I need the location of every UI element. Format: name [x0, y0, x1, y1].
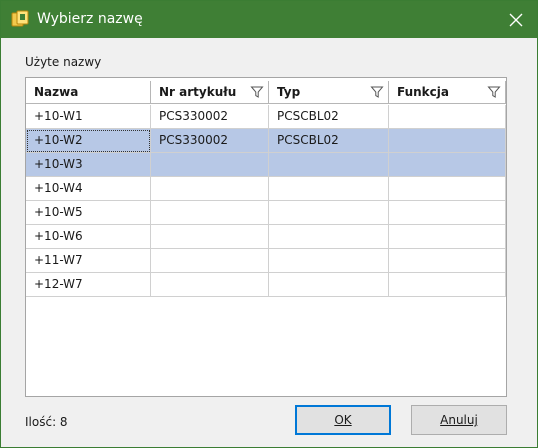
cell-nazwa: +10-W1: [26, 105, 151, 129]
column-header-typ[interactable]: Typ: [269, 81, 389, 104]
ok-button-label: OK: [334, 413, 352, 427]
table-row[interactable]: +11-W7: [26, 249, 506, 273]
column-header-nazwa[interactable]: Nazwa: [26, 81, 151, 104]
used-names-label: Użyte nazwy: [25, 55, 102, 69]
cancel-button-label: Anuluj: [440, 413, 478, 427]
table-row[interactable]: +10-W1 PCS330002 PCSCBL02: [26, 105, 506, 129]
cell-funkcja: [389, 249, 506, 273]
window-title: Wybierz nazwę: [37, 11, 143, 27]
column-header-label: Nazwa: [34, 85, 79, 99]
cell-funkcja: [389, 201, 506, 225]
table-row[interactable]: +10-W3: [26, 153, 506, 177]
cell-funkcja: [389, 105, 506, 129]
cell-nazwa: +10-W6: [26, 225, 151, 249]
cell-nazwa: +12-W7: [26, 273, 151, 297]
cell-funkcja: [389, 225, 506, 249]
cell-typ: [269, 201, 389, 225]
table-row[interactable]: +10-W6: [26, 225, 506, 249]
cell-nr-artykulu: PCS330002: [151, 105, 269, 129]
cell-funkcja: [389, 153, 506, 177]
column-header-label: Typ: [277, 85, 301, 99]
close-icon: [509, 13, 523, 26]
column-header-label: Funkcja: [397, 85, 449, 99]
ok-button[interactable]: OK: [295, 405, 391, 435]
cell-funkcja: [389, 177, 506, 201]
filter-icon[interactable]: [370, 85, 384, 99]
cell-nr-artykulu: [151, 177, 269, 201]
cell-nr-artykulu: [151, 201, 269, 225]
title-bar[interactable]: Wybierz nazwę: [1, 1, 537, 38]
cell-typ: [269, 153, 389, 177]
close-button[interactable]: [495, 1, 537, 38]
cell-nazwa: +11-W7: [26, 249, 151, 273]
table-row[interactable]: +10-W2 PCS330002 PCSCBL02: [26, 129, 506, 153]
filter-icon[interactable]: [250, 85, 264, 99]
column-header-label: Nr artykułu: [159, 85, 237, 99]
cell-typ: [269, 177, 389, 201]
cell-nr-artykulu: [151, 273, 269, 297]
cell-nazwa: +10-W4: [26, 177, 151, 201]
cell-funkcja: [389, 129, 506, 153]
cell-nr-artykulu: [151, 249, 269, 273]
cell-typ: PCSCBL02: [269, 129, 389, 153]
cell-typ: PCSCBL02: [269, 105, 389, 129]
cell-nr-artykulu: [151, 153, 269, 177]
cell-typ: [269, 225, 389, 249]
table-header: Nazwa Nr artykułu Typ Funkcja: [26, 78, 506, 105]
column-header-nr-artykulu[interactable]: Nr artykułu: [151, 81, 269, 104]
dialog-app-icon: [11, 10, 29, 27]
column-header-funkcja[interactable]: Funkcja: [389, 81, 506, 104]
cell-nazwa: +10-W3: [26, 153, 151, 177]
cell-typ: [269, 249, 389, 273]
cell-typ: [269, 273, 389, 297]
cell-nazwa: +10-W2: [26, 129, 151, 153]
cancel-button[interactable]: Anuluj: [411, 405, 507, 435]
cell-nr-artykulu: [151, 225, 269, 249]
dialog-window: Wybierz nazwę Użyte nazwy Nazwa Nr artyk…: [0, 0, 538, 448]
cell-nazwa: +10-W5: [26, 201, 151, 225]
table-row[interactable]: +10-W4: [26, 177, 506, 201]
row-count-label: Ilość: 8: [25, 415, 68, 429]
cell-nr-artykulu: PCS330002: [151, 129, 269, 153]
table-row[interactable]: +10-W5: [26, 201, 506, 225]
filter-icon[interactable]: [487, 85, 501, 99]
table-row[interactable]: +12-W7: [26, 273, 506, 297]
names-table[interactable]: Nazwa Nr artykułu Typ Funkcja +10-W1 PCS…: [25, 77, 507, 397]
cell-funkcja: [389, 273, 506, 297]
